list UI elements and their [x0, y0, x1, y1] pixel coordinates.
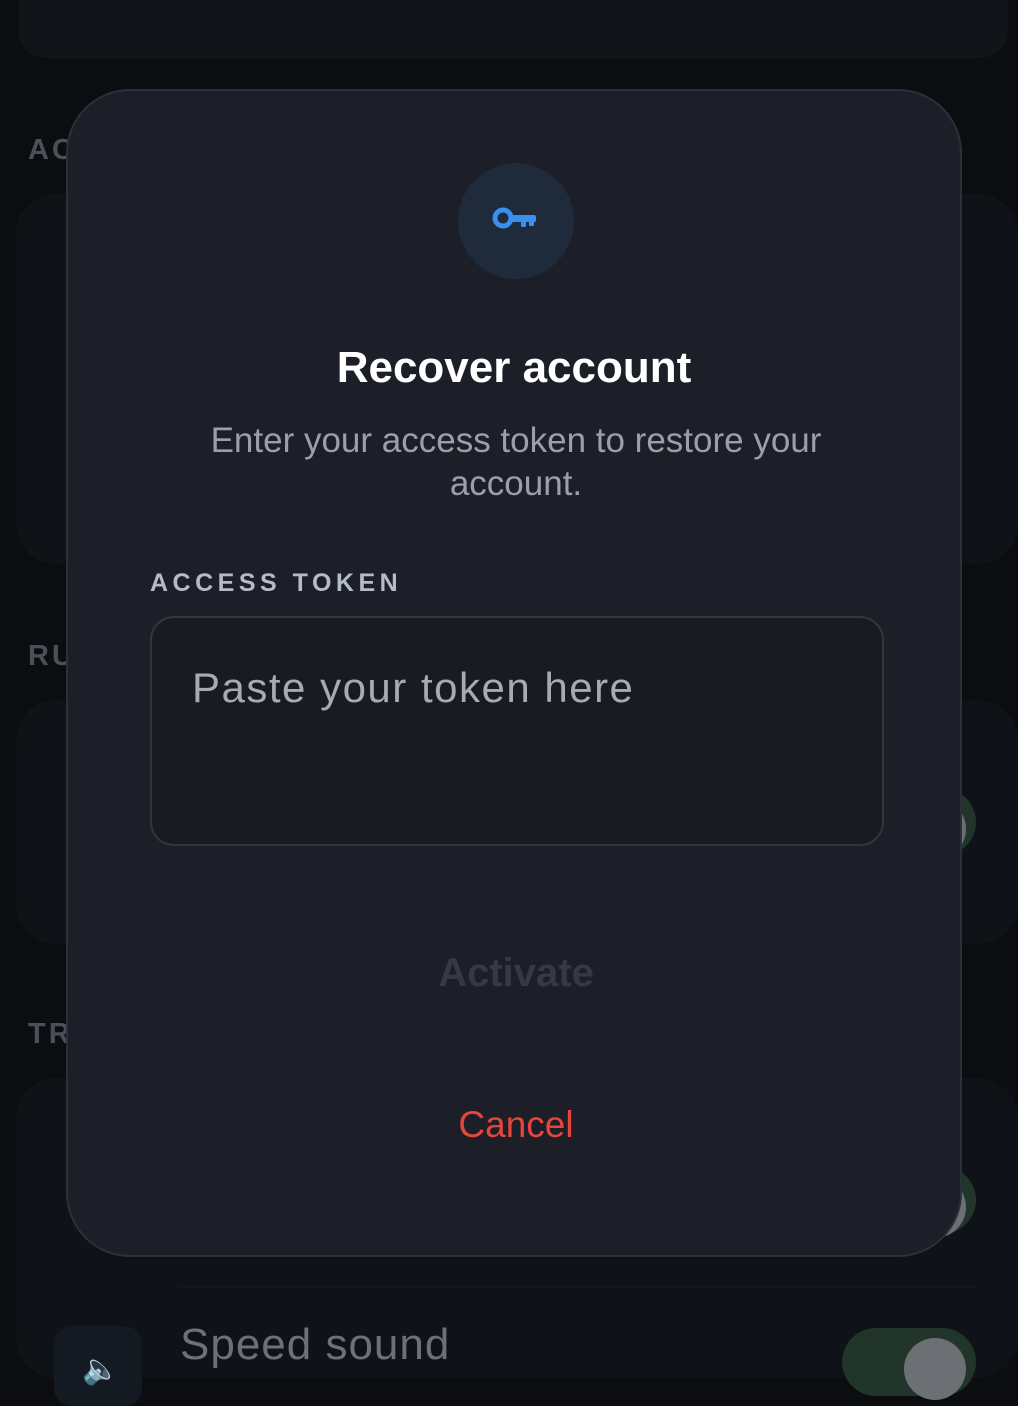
dialog-title: Recover account [336, 343, 692, 392]
dialog-subtitle: Enter your access token to restore your … [210, 421, 822, 503]
background-row-speed-sound[interactable]: Speed sound [180, 1320, 450, 1370]
background-row-icon-box: 🔈 [54, 1326, 142, 1406]
cancel-button[interactable]: Cancel [368, 1091, 664, 1159]
speaker-icon: 🔈 [82, 1353, 120, 1386]
key-icon [492, 207, 536, 229]
background-toggle-speed-sound[interactable] [842, 1328, 976, 1400]
background-row-divider [180, 1286, 976, 1288]
activate-button[interactable]: Activate [318, 931, 714, 1015]
recover-account-dialog: Recover account Enter your access token … [66, 89, 962, 1257]
background-top-bar [18, 0, 1008, 58]
key-icon-container [458, 163, 574, 279]
access-token-label: ACCESS TOKEN [150, 569, 403, 597]
toggle-knob [904, 1338, 966, 1400]
access-token-input[interactable] [150, 616, 884, 846]
